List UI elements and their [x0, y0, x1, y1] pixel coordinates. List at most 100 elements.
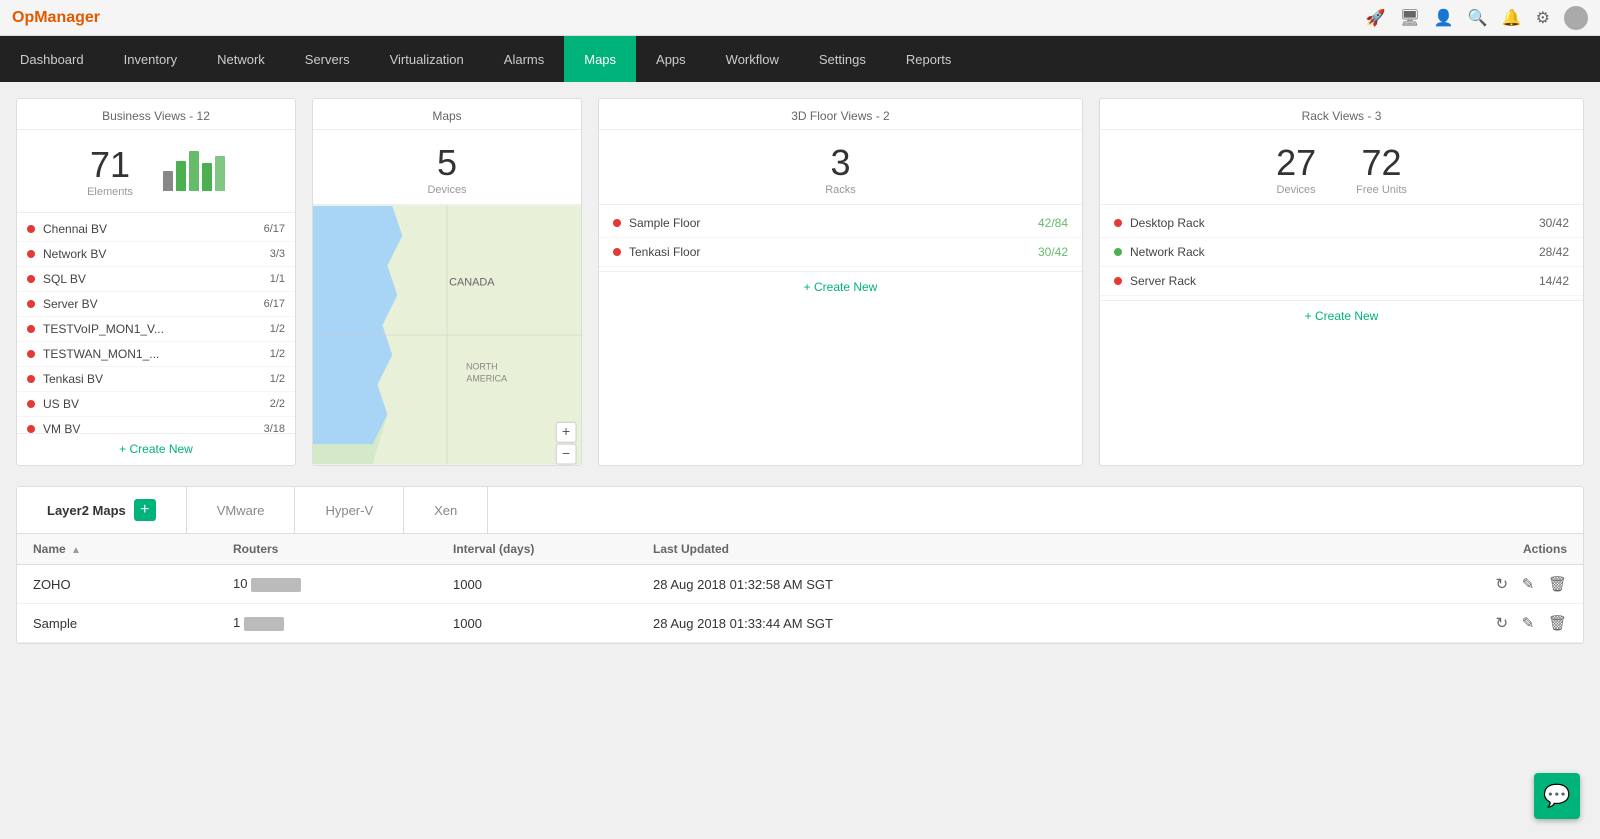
rack-dot	[1114, 219, 1122, 227]
tab-row: Layer2 Maps + VMware Hyper-V Xen	[17, 487, 1583, 534]
nav-alarms[interactable]: Alarms	[484, 36, 564, 82]
refresh-icon[interactable]: ↻	[1496, 576, 1509, 593]
bv-list-item[interactable]: TESTWAN_MON1_... 1/2	[17, 342, 295, 367]
nav-virtualization[interactable]: Virtualization	[370, 36, 484, 82]
bv-bar-2	[176, 161, 186, 191]
edit-icon[interactable]: ✎	[1522, 576, 1535, 593]
rack-list-item[interactable]: Server Rack 14/42	[1100, 267, 1583, 296]
svg-text:AMERICA: AMERICA	[466, 374, 507, 384]
settings-icon[interactable]: ⚙	[1536, 8, 1550, 28]
nav-dashboard[interactable]: Dashboard	[0, 36, 104, 82]
nav-apps[interactable]: Apps	[636, 36, 706, 82]
tab-layer2-maps[interactable]: Layer2 Maps +	[17, 487, 187, 533]
svg-text:+: +	[562, 423, 570, 439]
bv-list: Chennai BV 6/17 Network BV 3/3 SQL BV 1/…	[17, 213, 295, 433]
bv-dot	[27, 425, 35, 433]
rocket-icon[interactable]: 🚀	[1366, 8, 1386, 28]
row-routers: 1	[233, 615, 453, 631]
row-interval: 1000	[453, 616, 653, 631]
edit-icon[interactable]: ✎	[1522, 615, 1535, 632]
rack-item-value: 14/42	[1539, 274, 1569, 288]
nav-maps[interactable]: Maps	[564, 36, 636, 82]
floor-item-value: 30/42	[1038, 245, 1068, 259]
search-icon[interactable]: 🔍	[1468, 8, 1488, 28]
table-rows: ZOHO 10 1000 28 Aug 2018 01:32:58 AM SGT…	[17, 565, 1583, 643]
bv-item-name: Chennai BV	[43, 222, 264, 236]
bv-list-item[interactable]: SQL BV 1/1	[17, 267, 295, 292]
bv-list-item[interactable]: US BV 2/2	[17, 392, 295, 417]
bv-list-item[interactable]: Chennai BV 6/17	[17, 217, 295, 242]
bv-item-name: Network BV	[43, 247, 270, 261]
row-name: ZOHO	[33, 577, 233, 592]
bv-item-value: 2/2	[270, 398, 285, 410]
floor-list-item[interactable]: Sample Floor 42/84	[599, 209, 1082, 238]
refresh-icon[interactable]: ↻	[1496, 615, 1509, 632]
rack-list-item[interactable]: Desktop Rack 30/42	[1100, 209, 1583, 238]
maps-title: Maps	[313, 99, 581, 130]
rack-free-units-label: Free Units	[1356, 184, 1407, 196]
bv-list-item[interactable]: Server BV 6/17	[17, 292, 295, 317]
bv-dot	[27, 400, 35, 408]
bv-bar-3	[189, 151, 199, 191]
rack-item-value: 28/42	[1539, 245, 1569, 259]
nav-reports[interactable]: Reports	[886, 36, 972, 82]
floor-list: Sample Floor 42/84 Tenkasi Floor 30/42	[599, 205, 1082, 271]
map-visual[interactable]: CANADA NORTH AMERICA + −	[313, 205, 581, 465]
bv-list-item[interactable]: TESTVoIP_MON1_V... 1/2	[17, 317, 295, 342]
bv-bar-1	[163, 171, 173, 191]
bv-create-new[interactable]: + Create New	[17, 433, 295, 464]
rack-create-new[interactable]: + Create New	[1100, 300, 1583, 331]
delete-icon[interactable]: 🗑	[1548, 615, 1567, 632]
floor-item-name: Tenkasi Floor	[629, 245, 1038, 259]
rack-list: Desktop Rack 30/42 Network Rack 28/42 Se…	[1100, 205, 1583, 300]
nav-workflow[interactable]: Workflow	[706, 36, 799, 82]
user-icon[interactable]: 👤	[1434, 8, 1454, 28]
tab-vmware[interactable]: VMware	[187, 487, 296, 533]
monitor-icon[interactable]: 🖥	[1400, 8, 1420, 28]
topbar: OpManager 🚀 🖥 👤 🔍 🔔 ⚙	[0, 0, 1600, 36]
rack-item-value: 30/42	[1539, 216, 1569, 230]
floor-create-new[interactable]: + Create New	[599, 271, 1082, 302]
chat-button[interactable]: 💬	[1534, 773, 1580, 819]
add-layer2-button[interactable]: +	[134, 499, 156, 521]
bv-item-value: 1/2	[270, 323, 285, 335]
nav-servers[interactable]: Servers	[285, 36, 370, 82]
col-header-actions: Actions	[1447, 542, 1567, 556]
floor-list-item[interactable]: Tenkasi Floor 30/42	[599, 238, 1082, 267]
rack-free-units-count: 72	[1356, 142, 1407, 184]
user-avatar	[1564, 6, 1588, 30]
nav-network[interactable]: Network	[197, 36, 285, 82]
bv-list-item[interactable]: Network BV 3/3	[17, 242, 295, 267]
delete-icon[interactable]: 🗑	[1548, 576, 1567, 593]
bv-item-name: Server BV	[43, 297, 264, 311]
col-header-updated: Last Updated	[653, 542, 1447, 556]
floor-label: Racks	[825, 184, 856, 196]
bv-list-item[interactable]: VM BV 3/18	[17, 417, 295, 433]
nav-settings[interactable]: Settings	[799, 36, 886, 82]
floor-item-name: Sample Floor	[629, 216, 1038, 230]
svg-text:−: −	[562, 445, 570, 461]
bv-item-value: 1/2	[270, 373, 285, 385]
rack-item-name: Network Rack	[1130, 245, 1539, 259]
bv-item-value: 1/2	[270, 348, 285, 360]
bv-chart	[163, 151, 225, 191]
bv-item-value: 3/18	[264, 423, 285, 433]
bell-icon[interactable]: 🔔	[1502, 8, 1522, 28]
bv-dot	[27, 375, 35, 383]
tab-hyperv[interactable]: Hyper-V	[295, 487, 404, 533]
row-interval: 1000	[453, 577, 653, 592]
business-views-title: Business Views - 12	[17, 99, 295, 130]
rack-devices-count: 27	[1276, 142, 1316, 184]
bv-dot	[27, 350, 35, 358]
nav-inventory[interactable]: Inventory	[104, 36, 197, 82]
col-header-name: Name ▲	[33, 542, 233, 556]
rack-views-title: Rack Views - 3	[1100, 99, 1583, 130]
tab-xen[interactable]: Xen	[404, 487, 488, 533]
bv-list-item[interactable]: Tenkasi BV 1/2	[17, 367, 295, 392]
rack-list-item[interactable]: Network Rack 28/42	[1100, 238, 1583, 267]
svg-text:CANADA: CANADA	[449, 276, 495, 288]
bv-item-name: SQL BV	[43, 272, 270, 286]
tab-xen-label: Xen	[434, 503, 457, 518]
floor-dot	[613, 248, 621, 256]
rack-summary: 27 Devices 72 Free Units	[1100, 130, 1583, 205]
